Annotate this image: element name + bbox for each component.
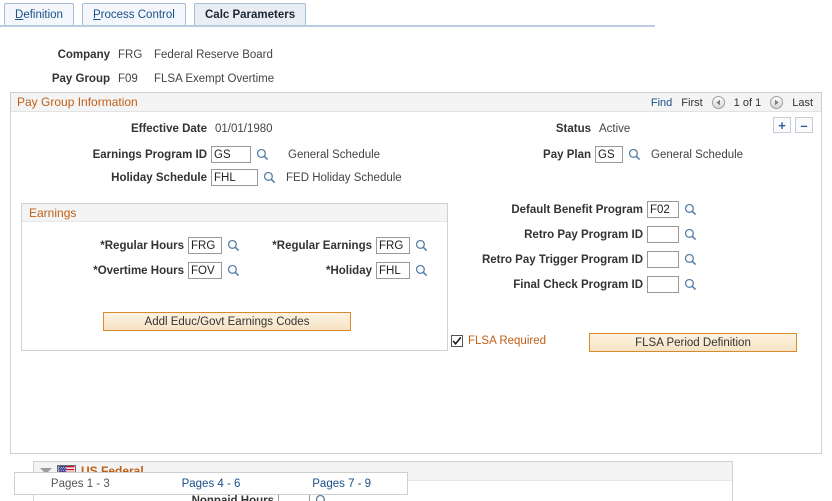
pay-plan-description: General Schedule: [651, 148, 744, 161]
retro-pay-program-label: Retro Pay Program ID: [524, 228, 643, 241]
company-description: Federal Reserve Board: [154, 49, 273, 61]
find-link[interactable]: Find: [651, 97, 672, 109]
pay-group-information-panel: Pay Group Information Find First 1 of 1 …: [10, 92, 822, 501]
overtime-hours-lookup-icon[interactable]: [225, 263, 241, 279]
row-position-indicator: 1 of 1: [733, 96, 762, 109]
row-navigation: Find First 1 of 1 Last: [651, 93, 813, 112]
default-benefit-program-lookup-icon[interactable]: [682, 202, 698, 218]
final-check-program-row: Final Check Program ID: [463, 276, 698, 293]
regular-earnings-input[interactable]: [376, 237, 410, 254]
retro-pay-trigger-program-input[interactable]: [647, 251, 679, 268]
tab-definition-label: efinition: [23, 8, 63, 21]
holiday-row: *Holiday: [250, 262, 429, 279]
flsa-required-field: FLSA Required: [451, 335, 546, 347]
tab-process-control[interactable]: Process Control: [82, 3, 186, 25]
status-value: Active: [599, 123, 631, 135]
flsa-required-label: FLSA Required: [468, 335, 546, 347]
earnings-program-description: General Schedule: [288, 148, 381, 161]
first-link[interactable]: First: [681, 97, 702, 109]
final-check-program-lookup-icon[interactable]: [682, 277, 698, 293]
default-benefit-program-label: Default Benefit Program: [511, 203, 643, 216]
overtime-hours-row: *Overtime Hours: [22, 262, 241, 279]
company-code: FRG: [118, 49, 143, 61]
tab-definition-accel: D: [15, 8, 24, 21]
pay-group-information-title: Pay Group Information: [17, 95, 138, 109]
tab-strip-baseline: [0, 25, 655, 27]
next-row-icon[interactable]: [770, 96, 784, 109]
nonpaid-hours-label: Nonpaid Hours: [191, 494, 274, 501]
row-action-buttons: + –: [773, 117, 813, 133]
pay-group-description: FLSA Exempt Overtime: [154, 73, 275, 85]
default-benefit-program-row: Default Benefit Program: [463, 201, 698, 218]
retro-pay-program-lookup-icon[interactable]: [682, 227, 698, 243]
pay-plan-lookup-icon[interactable]: [626, 147, 642, 163]
holiday-lookup-icon[interactable]: [413, 263, 429, 279]
retro-pay-program-row: Retro Pay Program ID: [463, 226, 698, 243]
tab-calc-parameters-label: Calc Parameters: [205, 8, 296, 21]
effective-date-value: 01/01/1980: [215, 123, 273, 135]
tab-calc-parameters[interactable]: Calc Parameters: [194, 3, 307, 25]
status-row: Status Active: [463, 123, 630, 135]
pay-group-row: Pay Group F09 FLSA Exempt Overtime: [32, 73, 274, 85]
holiday-schedule-row: Holiday Schedule FED Holiday Schedule: [11, 169, 402, 186]
regular-earnings-lookup-icon[interactable]: [413, 238, 429, 254]
default-benefit-program-input[interactable]: [647, 201, 679, 218]
delete-row-button[interactable]: –: [795, 117, 813, 133]
effective-date-label: Effective Date: [130, 123, 207, 135]
pay-plan-label: Pay Plan: [543, 148, 591, 161]
retro-pay-trigger-program-label: Retro Pay Trigger Program ID: [481, 253, 643, 266]
retro-pay-trigger-program-row: Retro Pay Trigger Program ID: [463, 251, 698, 268]
tab-definition[interactable]: Definition: [4, 3, 74, 25]
pager-pages-7-9[interactable]: Pages 7 - 9: [276, 478, 407, 490]
regular-hours-input[interactable]: [188, 237, 222, 254]
tab-process-control-label: rocess Control: [100, 8, 175, 21]
pay-group-code: F09: [118, 73, 138, 85]
pager-pages-1-3[interactable]: Pages 1 - 3: [15, 478, 146, 490]
holiday-schedule-label: Holiday Schedule: [111, 171, 207, 184]
last-link[interactable]: Last: [792, 97, 813, 109]
earnings-title: Earnings: [29, 205, 77, 220]
page-tab-bar: Pages 1 - 3 Pages 4 - 6 Pages 7 - 9: [14, 472, 408, 495]
company-row: Company FRG Federal Reserve Board: [32, 49, 273, 61]
regular-earnings-label: *Regular Earnings: [272, 239, 372, 252]
regular-hours-label: *Regular Hours: [100, 239, 184, 252]
regular-earnings-row: *Regular Earnings: [250, 237, 429, 254]
flsa-required-checkbox[interactable]: [451, 335, 463, 347]
company-label: Company: [57, 49, 110, 61]
pay-group-label: Pay Group: [51, 73, 110, 85]
overtime-hours-label: *Overtime Hours: [93, 264, 184, 277]
status-label: Status: [555, 123, 591, 135]
holiday-label: *Holiday: [325, 264, 372, 277]
tab-strip: Definition Process Control Calc Paramete…: [0, 3, 832, 28]
retro-pay-trigger-program-lookup-icon[interactable]: [682, 252, 698, 268]
calc-parameters-page: Definition Process Control Calc Paramete…: [0, 0, 832, 501]
earnings-program-label: Earnings Program ID: [92, 148, 207, 161]
pay-plan-input[interactable]: [595, 146, 623, 163]
add-row-button[interactable]: +: [773, 117, 791, 133]
earnings-header: Earnings: [22, 204, 447, 222]
regular-hours-row: *Regular Hours: [22, 237, 241, 254]
earnings-panel: Earnings *Regular Hours *Regular Earning…: [21, 203, 448, 351]
final-check-program-label: Final Check Program ID: [513, 278, 643, 291]
holiday-schedule-lookup-icon[interactable]: [261, 170, 277, 186]
earnings-program-lookup-icon[interactable]: [254, 147, 270, 163]
pay-group-information-header: Pay Group Information Find First 1 of 1 …: [11, 93, 821, 112]
pay-plan-row: Pay Plan General Schedule: [463, 146, 743, 163]
flsa-period-definition-button[interactable]: FLSA Period Definition: [589, 333, 797, 352]
holiday-input[interactable]: [376, 262, 410, 279]
addl-educ-govt-earnings-codes-button[interactable]: Addl Educ/Govt Earnings Codes: [103, 312, 351, 331]
holiday-schedule-description: FED Holiday Schedule: [286, 171, 402, 184]
overtime-hours-input[interactable]: [188, 262, 222, 279]
holiday-schedule-input[interactable]: [211, 169, 258, 186]
earnings-program-input[interactable]: [211, 146, 251, 163]
regular-hours-lookup-icon[interactable]: [225, 238, 241, 254]
tab-process-control-accel: P: [93, 8, 101, 21]
retro-pay-program-input[interactable]: [647, 226, 679, 243]
effective-date-row: Effective Date 01/01/1980: [11, 123, 273, 135]
final-check-program-input[interactable]: [647, 276, 679, 293]
previous-row-icon[interactable]: [711, 96, 725, 109]
pager-pages-4-6[interactable]: Pages 4 - 6: [146, 478, 277, 490]
earnings-program-row: Earnings Program ID General Schedule: [11, 146, 380, 163]
